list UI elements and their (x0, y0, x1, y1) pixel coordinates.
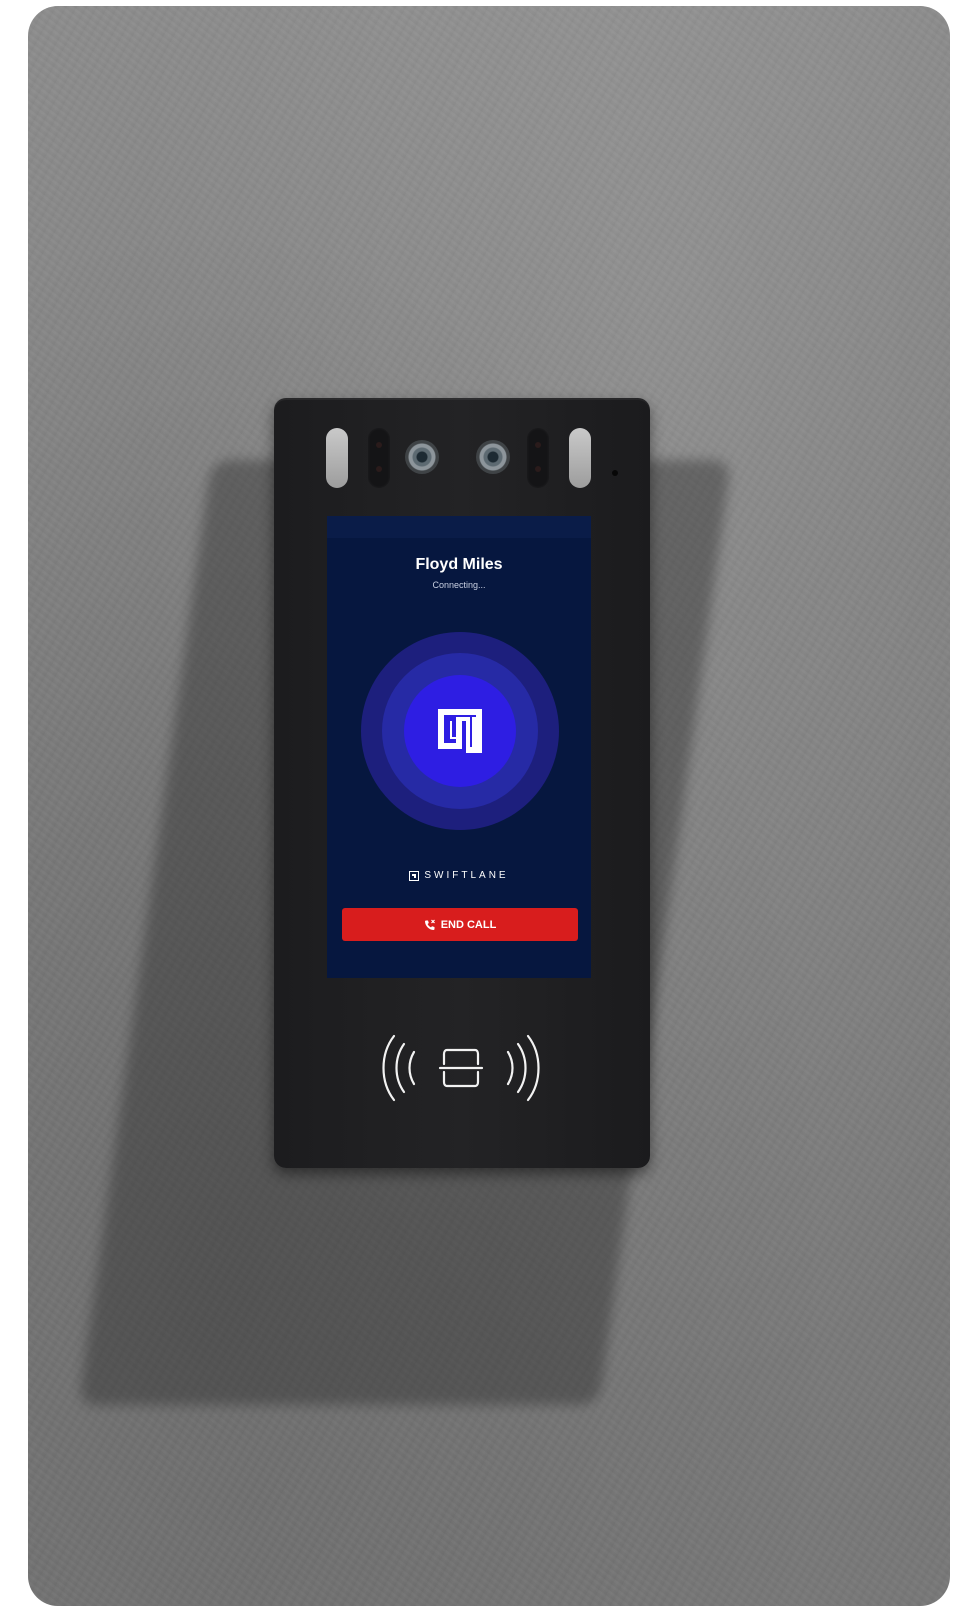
sensor-led (376, 466, 382, 472)
brand-mark: SWIFTLANE (327, 870, 591, 881)
nfc-card-reader-icon (382, 1034, 540, 1102)
microphone-hole (612, 470, 618, 476)
swiftlane-small-logo-icon (409, 870, 420, 881)
intercom-device: Floyd Miles Connecting... SWIFTLANE END … (274, 398, 650, 1168)
caller-name: Floyd Miles (415, 556, 503, 573)
brand-name: SWIFTLANE (424, 870, 509, 881)
sensor-right (527, 428, 549, 488)
camera-lens-left (405, 440, 439, 474)
call-status: Connecting... (432, 580, 486, 590)
end-call-label: END CALL (440, 918, 497, 931)
call-screen: Floyd Miles Connecting... SWIFTLANE END … (327, 516, 591, 978)
end-call-button[interactable]: END CALL (342, 908, 578, 941)
ir-sensor-right (569, 428, 591, 488)
swiftlane-logo-icon (404, 675, 516, 787)
sensor-led (535, 466, 541, 472)
camera-lens-right (476, 440, 510, 474)
phone-hangup-icon (424, 919, 435, 930)
sensor-led (376, 442, 382, 448)
ir-sensor-left (326, 428, 348, 488)
sensor-left (368, 428, 390, 488)
screen-status-strip (327, 516, 591, 538)
sensor-led (535, 442, 541, 448)
